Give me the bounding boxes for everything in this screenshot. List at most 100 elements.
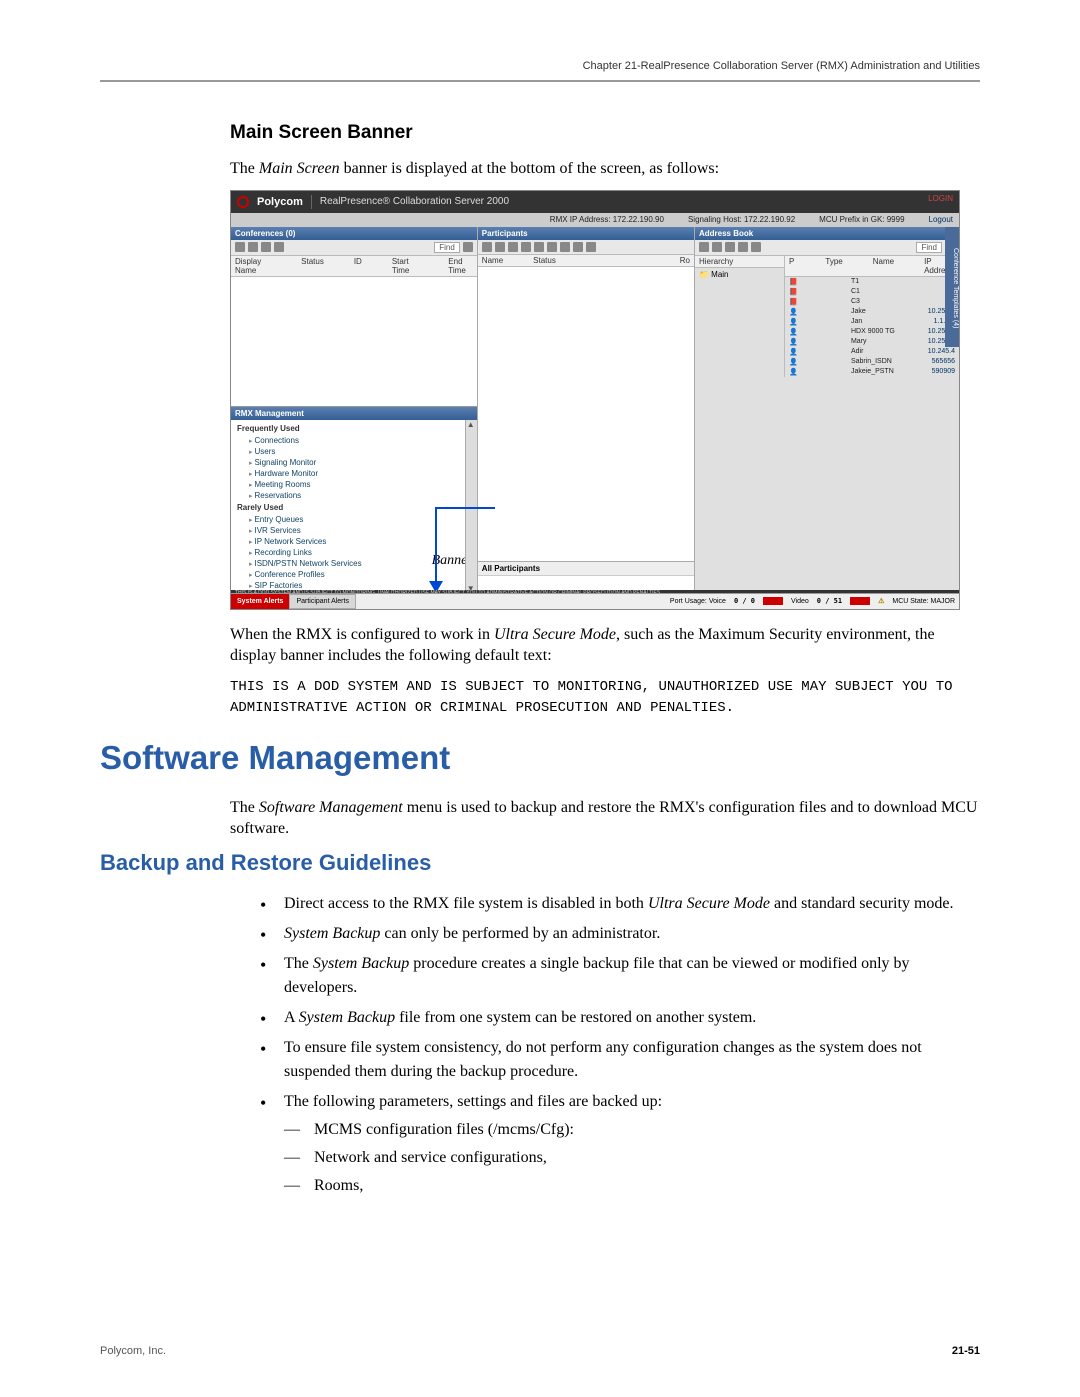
col[interactable]: ID [354,257,362,275]
monospace-default-text: THIS IS A DOD SYSTEM AND IS SUBJECT TO M… [230,677,980,719]
col[interactable]: Ro [680,256,690,265]
participants-pane-header: Participants [478,227,694,240]
mgmt-item[interactable]: Reservations [231,490,477,501]
section-main-screen-banner: Main Screen Banner [230,122,980,144]
product-label: RealPresence® Collaboration Server 2000 [320,196,509,207]
col[interactable]: Hierarchy [699,257,733,266]
toolbar-icon[interactable] [274,242,284,252]
addressbook-row[interactable]: 👤Jakeie_PSTN590909 [785,367,959,377]
toolbar-icon[interactable] [712,242,722,252]
hierarchy-root[interactable]: 📁 Main [695,268,784,281]
addressbook-pane-header: Address Book [695,227,959,240]
toolbar-icon[interactable] [586,242,596,252]
port-voice-value: 0 / 0 [734,597,755,605]
polycom-logo-icon [237,196,249,208]
toolbar-icon[interactable] [521,242,531,252]
conf-columns: Display Name Status ID Start Time End Ti… [231,256,477,277]
list-item: A System Backup file from one system can… [260,1006,980,1030]
toolbar-icon[interactable] [699,242,709,252]
toolbar-icon[interactable] [738,242,748,252]
freq-used-group[interactable]: Frequently Used 5 [231,422,477,435]
participant-alerts-tab[interactable]: Participant Alerts [289,594,356,609]
addressbook-row[interactable]: 👤Sabrin_ISDN565656 [785,357,959,367]
toolbar-icon[interactable] [725,242,735,252]
col[interactable]: Type [825,257,842,275]
list-item: Network and service configurations, [284,1146,980,1170]
mcu-prefix-label: MCU Prefix in GK: 9999 [819,215,904,224]
text-italic: Software Management [259,799,403,816]
list-item: The following parameters, settings and f… [260,1090,980,1198]
addressbook-row[interactable]: 👤Adir10.245.4 [785,347,959,357]
toolbar-icon[interactable] [508,242,518,252]
toolbar-icon[interactable] [547,242,557,252]
list-item: MCMS configuration files (/mcms/Cfg): [284,1118,980,1142]
col[interactable]: P [789,257,795,275]
sub-list: MCMS configuration files (/mcms/Cfg): Net… [284,1118,980,1198]
all-participants-header[interactable]: All Participants [478,561,694,575]
text-italic: Ultra Secure Mode [494,626,616,643]
list-item: To ensure file system consistency, do no… [260,1036,980,1084]
participants-body [478,267,694,561]
list-item: Rooms, [284,1174,980,1198]
intro-paragraph: The Main Screen banner is displayed at t… [230,158,980,180]
new-icon[interactable] [235,242,245,252]
mgmt-item[interactable]: Connections [231,435,477,446]
hierarchy-columns: Hierarchy [695,256,784,268]
col[interactable]: Status [301,257,324,275]
search-icon[interactable] [463,242,473,252]
mgmt-item[interactable]: Users [231,446,477,457]
toolbar-icon[interactable] [482,242,492,252]
delete-icon[interactable] [248,242,258,252]
logout-link[interactable]: Logout [929,215,953,224]
rmx-management-header: RMX Management [231,407,477,420]
mgmt-item[interactable]: Meeting Rooms [231,479,477,490]
footer-company: Polycom, Inc. [100,1345,166,1357]
voice-meter-icon [763,597,783,605]
participants-toolbar [478,240,694,255]
text: The [230,160,259,177]
brand-label: Polycom [257,196,303,208]
addressbook-row[interactable]: 👤Mary10.253.2 [785,337,959,347]
toolbar-icon[interactable] [560,242,570,252]
list-item: Direct access to the RMX file system is … [260,892,980,916]
addressbook-row[interactable]: 👤Jake10.253.2 [785,307,959,317]
mgmt-item[interactable]: Signaling Monitor [231,457,477,468]
video-label: Video [791,598,809,605]
mgmt-item[interactable]: Hardware Monitor [231,468,477,479]
rmx-ip-label: RMX IP Address: 172.22.190.90 [550,215,664,224]
text-italic: Main Screen [259,160,340,177]
login-link[interactable]: LOGIN [928,194,953,203]
find-input[interactable]: Find [434,242,460,253]
col[interactable]: Start Time [392,257,418,275]
guidelines-list: Direct access to the RMX file system is … [260,892,980,1198]
find-input[interactable]: Find [916,242,942,253]
addressbook-row[interactable]: 📕C3 [785,297,959,307]
addressbook-row[interactable]: 📕C1 [785,287,959,297]
paragraph: The Software Management menu is used to … [230,797,980,840]
signaling-host-label: Signaling Host: 172.22.190.92 [688,215,795,224]
divider [311,195,312,209]
text: When the RMX is configured to work in [230,626,494,643]
toolbar-icon[interactable] [495,242,505,252]
col[interactable]: End Time [448,257,473,275]
text: banner is displayed at the bottom of the… [340,160,719,177]
refresh-icon[interactable] [261,242,271,252]
addressbook-row[interactable]: 📕T1 [785,277,959,287]
page-footer: Polycom, Inc. 21-51 [100,1345,980,1357]
toolbar-icon[interactable] [534,242,544,252]
video-meter-icon [850,597,870,605]
mcu-state-label: MCU State: MAJOR [892,598,955,605]
col[interactable]: Display Name [235,257,271,275]
port-usage-label: Port Usage: Voice [670,598,726,605]
text: The [230,799,259,816]
list-item: The System Backup procedure creates a si… [260,952,980,1000]
col[interactable]: Name [482,256,503,265]
col[interactable]: Status [533,256,556,265]
system-alerts-tab[interactable]: System Alerts [231,594,289,609]
col[interactable]: Name [873,257,894,275]
addressbook-row[interactable]: 👤HDX 9000 TG10.253.1 [785,327,959,337]
toolbar-icon[interactable] [573,242,583,252]
conference-templates-tab[interactable]: Conference Templates (4) [945,227,959,347]
toolbar-icon[interactable] [751,242,761,252]
addressbook-row[interactable]: 👤Jan1.1.1.1 [785,317,959,327]
